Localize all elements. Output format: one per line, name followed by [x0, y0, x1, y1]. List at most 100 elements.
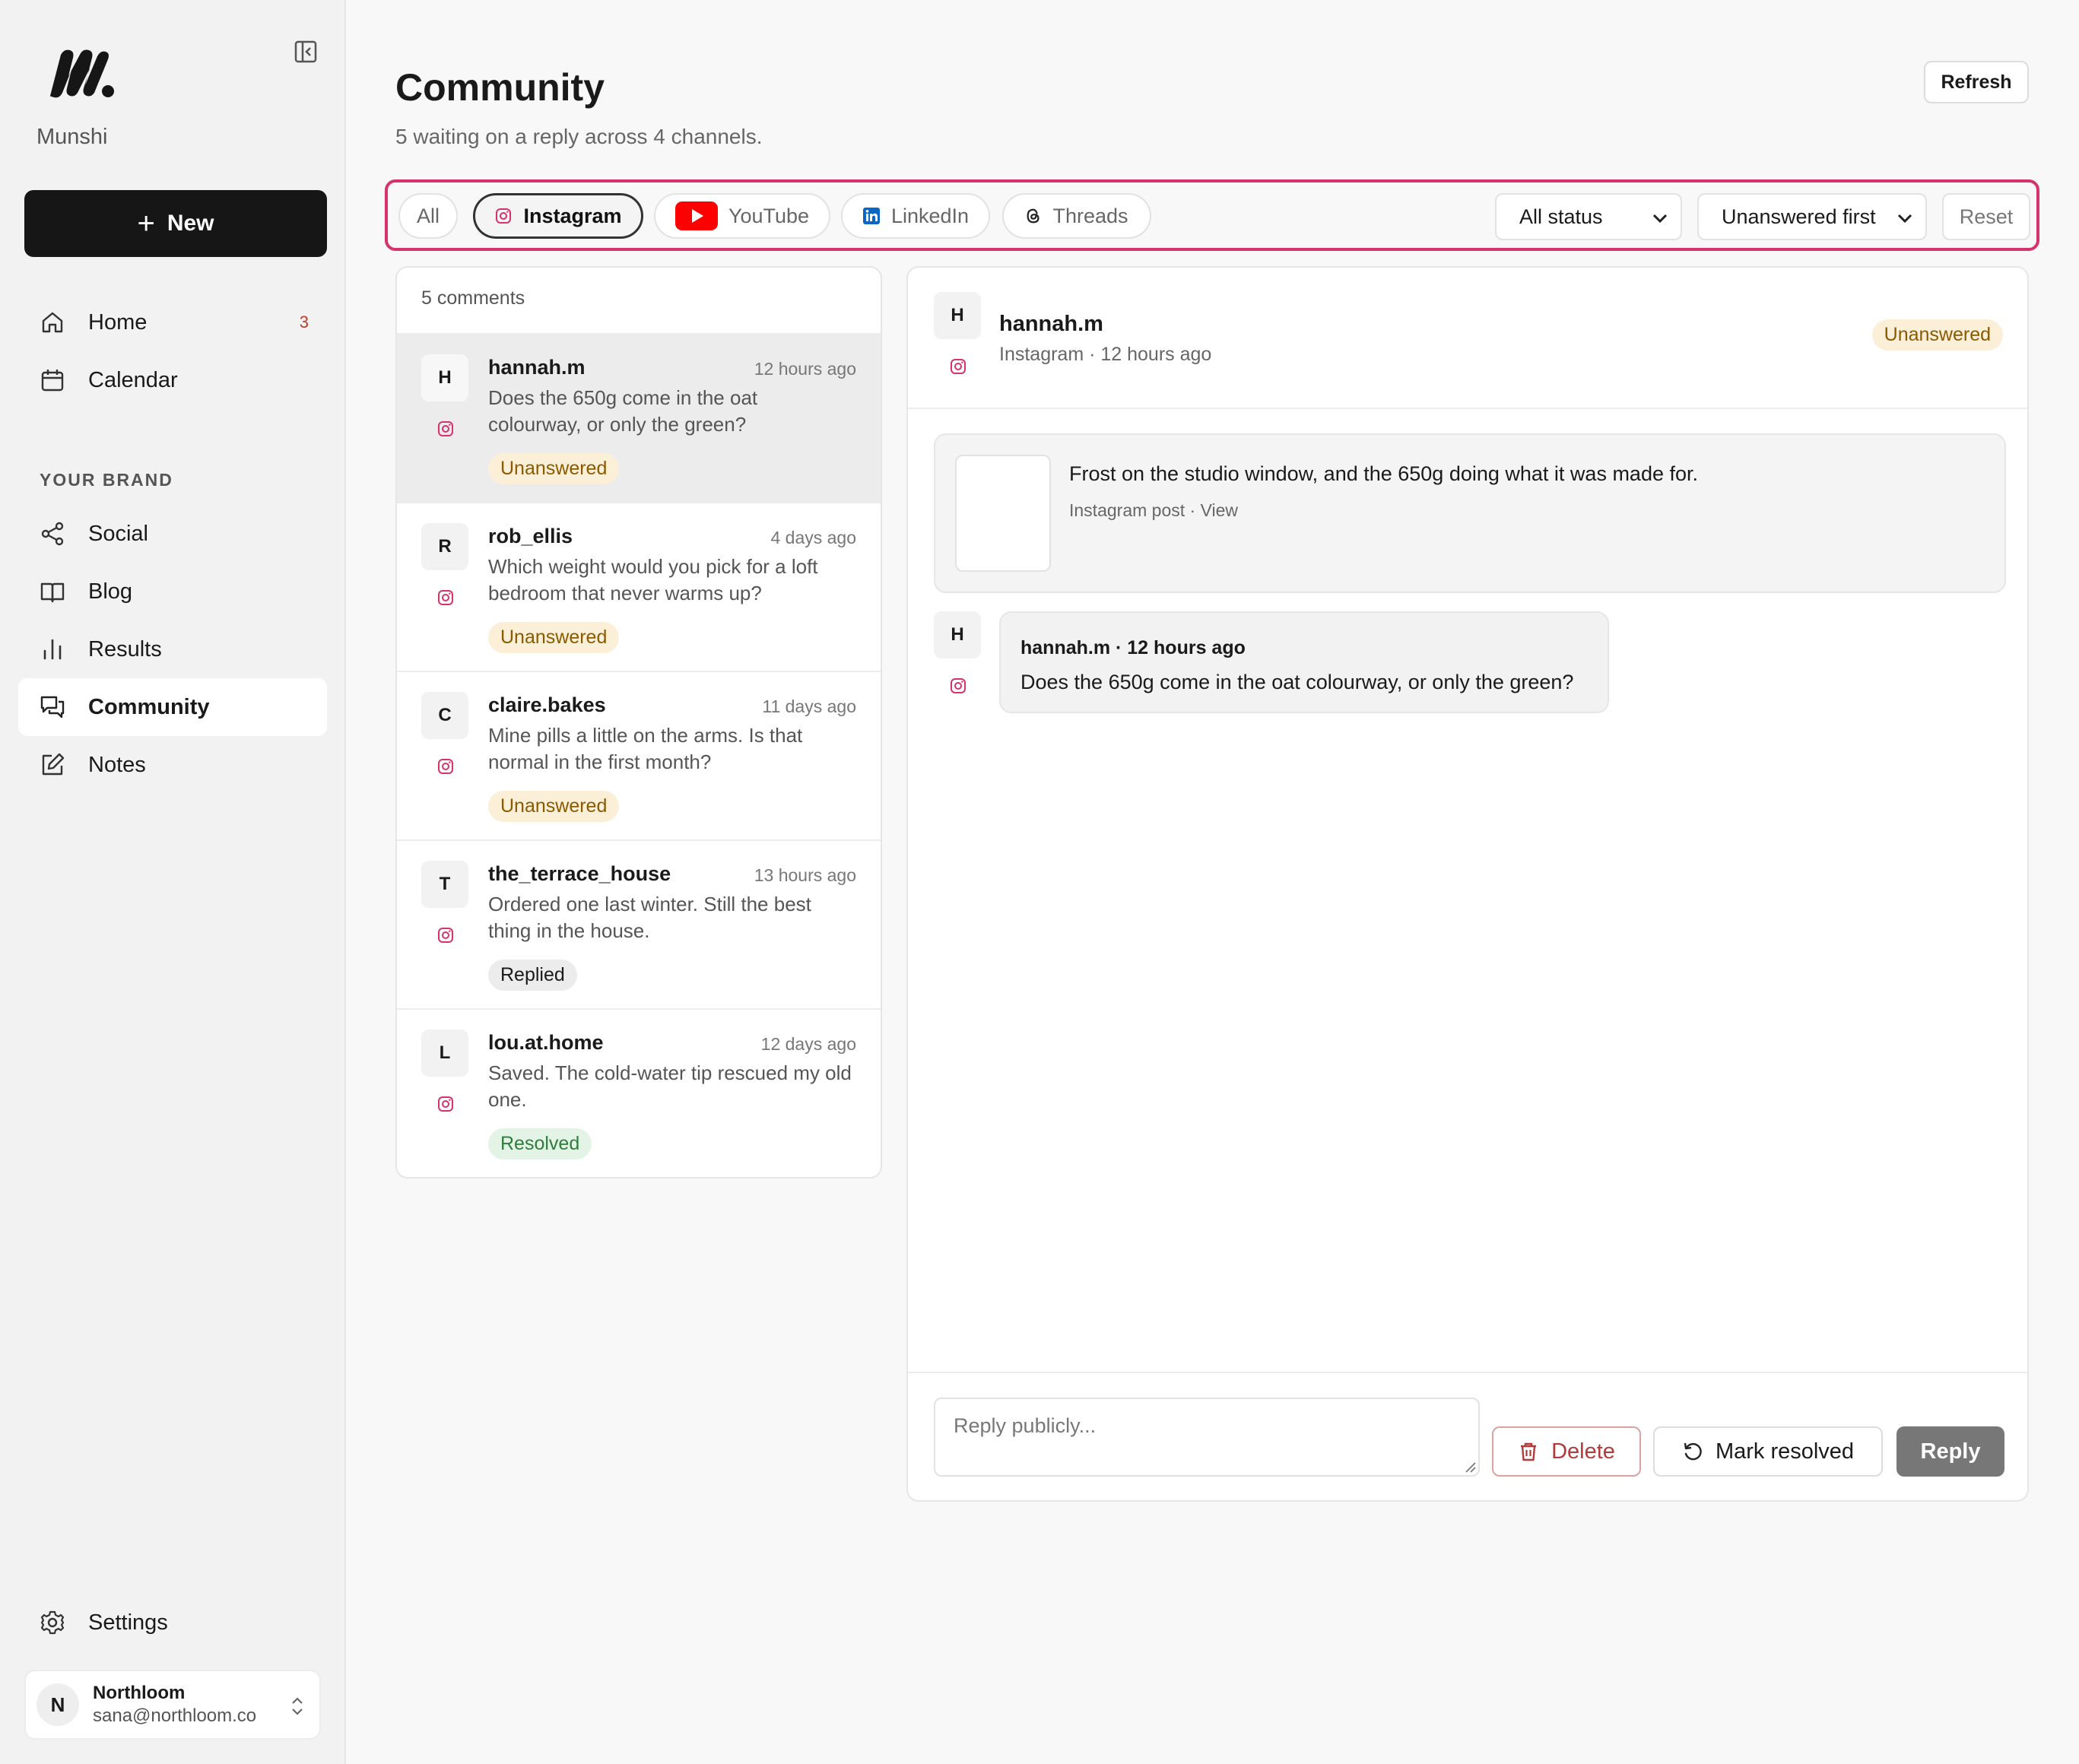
list-item[interactable]: L lou.at.home 12 days ago Saved. The col…	[397, 1010, 881, 1177]
threads-icon	[1027, 208, 1040, 224]
sidebar-item-home[interactable]: Home 3	[18, 293, 327, 351]
primary-nav: Home 3 Calendar	[18, 293, 327, 409]
page-title: Community	[395, 66, 605, 109]
comment-author: lou.at.home	[488, 1031, 604, 1054]
gear-icon	[40, 1610, 65, 1635]
reset-button[interactable]: Reset	[1942, 193, 2030, 240]
sidebar-item-label: Community	[88, 694, 210, 719]
post-source-link[interactable]: Instagram post · View	[1069, 500, 1238, 521]
sidebar-item-label: Results	[88, 636, 162, 662]
sidebar-item-results[interactable]: Results	[18, 620, 327, 678]
instagram-icon	[438, 759, 453, 774]
avatar: H	[934, 611, 981, 658]
chevron-down-icon	[1897, 214, 1912, 224]
sidebar-item-settings[interactable]: Settings	[18, 1594, 327, 1651]
channel-chip-linkedin[interactable]: LinkedIn	[841, 193, 990, 239]
sidebar-item-label: Notes	[88, 752, 146, 777]
brand-nav: Social Blog Results Community Notes	[18, 505, 327, 794]
post-caption: Frost on the studio window, and the 650g…	[1069, 462, 1699, 485]
avatar: C	[421, 692, 468, 739]
chip-label: Instagram	[523, 204, 622, 227]
comment-time: 12 days ago	[760, 1034, 856, 1054]
reply-input[interactable]	[934, 1398, 1480, 1477]
home-count-badge: 3	[299, 313, 309, 332]
status-badge: Unanswered	[488, 622, 620, 653]
status-badge: Unanswered	[488, 453, 620, 484]
avatar: T	[421, 861, 468, 908]
list-item[interactable]: H hannah.m 12 hours ago Does the 650g co…	[397, 335, 881, 503]
book-icon	[40, 582, 65, 603]
youtube-icon	[674, 201, 718, 230]
channel-chip-all[interactable]: All	[398, 193, 458, 239]
sidebar-item-social[interactable]: Social	[18, 505, 327, 563]
instagram-icon	[438, 421, 453, 436]
delete-button[interactable]: Delete	[1492, 1426, 1641, 1477]
sidebar-item-notes[interactable]: Notes	[18, 736, 327, 794]
sidebar-item-label: Home	[88, 309, 148, 335]
channel-chip-threads[interactable]: Threads	[1002, 193, 1151, 239]
comment-time: 11 days ago	[762, 696, 856, 716]
comment-text: Mine pills a little on the arms. Is that…	[488, 724, 803, 773]
undo-icon	[1684, 1442, 1702, 1461]
instagram-icon	[438, 928, 453, 943]
account-email: sana@northloom.co	[93, 1705, 257, 1726]
plus-icon: +	[137, 207, 155, 240]
comment-text: Saved. The cold-water tip rescued my old…	[488, 1061, 852, 1111]
sidebar-item-calendar[interactable]: Calendar	[18, 351, 327, 409]
comment-text: Does the 650g come in the oat colourway,…	[488, 386, 758, 436]
status-badge: Unanswered	[488, 791, 620, 822]
sidebar-item-label: Calendar	[88, 367, 178, 392]
comment-count: 5 comments	[397, 268, 881, 335]
munshi-logo[interactable]	[47, 47, 116, 99]
sort-select-value: Unanswered first	[1722, 205, 1876, 228]
account-switcher[interactable]: N Northloom sana@northloom.co	[24, 1670, 321, 1740]
refresh-button[interactable]: Refresh	[1924, 61, 2029, 103]
sidebar-item-label: Blog	[88, 579, 133, 604]
comment-bubble-header: hannah.m · 12 hours ago	[1020, 637, 1246, 658]
list-item[interactable]: C claire.bakes 11 days ago Mine pills a …	[397, 672, 881, 841]
status-select[interactable]: All status	[1495, 193, 1682, 240]
page-subtitle: 5 waiting on a reply across 4 channels.	[395, 125, 763, 148]
instagram-icon	[951, 359, 966, 374]
avatar: L	[421, 1030, 468, 1077]
status-badge: Replied	[488, 960, 577, 991]
comment-bubble: hannah.m · 12 hours ago Does the 650g co…	[999, 611, 1609, 713]
comment-bubble-text: Does the 650g come in the oat colourway,…	[1020, 671, 1574, 693]
filter-bar: All Instagram YouTube LinkedIn Threads A…	[385, 179, 2039, 251]
settings-nav: Settings	[18, 1594, 327, 1651]
channel-chip-youtube[interactable]: YouTube	[654, 193, 830, 239]
new-button[interactable]: + New	[24, 190, 327, 257]
delete-button-label: Delete	[1551, 1439, 1615, 1464]
status-badge: Unanswered	[1871, 319, 2003, 351]
sidebar-item-label: Social	[88, 521, 148, 546]
mark-resolved-button[interactable]: Mark resolved	[1653, 1426, 1883, 1477]
sidebar-item-blog[interactable]: Blog	[18, 563, 327, 620]
chip-label: YouTube	[728, 204, 810, 227]
chip-label: Threads	[1052, 204, 1128, 227]
new-button-label: New	[167, 211, 214, 236]
resize-grip-icon[interactable]	[1463, 1460, 1477, 1474]
list-item[interactable]: R rob_ellis 4 days ago Which weight woul…	[397, 503, 881, 672]
channel-chip-instagram[interactable]: Instagram	[473, 193, 643, 239]
reply-button[interactable]: Reply	[1896, 1426, 2004, 1477]
chevron-down-icon	[1652, 214, 1668, 224]
status-badge: Resolved	[488, 1128, 592, 1160]
sidebar-item-community[interactable]: Community	[18, 678, 327, 736]
comment-text: Ordered one last winter. Still the best …	[488, 893, 811, 942]
instagram-icon	[438, 1096, 453, 1112]
sidebar-collapse-icon[interactable]	[294, 40, 318, 64]
instagram-icon	[951, 678, 966, 693]
section-label-your-brand: YOUR BRAND	[40, 470, 173, 490]
bar-chart-icon	[43, 639, 62, 660]
chevron-up-down-icon	[292, 1697, 303, 1715]
reply-composer: Delete Mark resolved Reply	[908, 1372, 2027, 1500]
detail-header: H hannah.m Instagram · 12 hours ago Unan…	[908, 268, 2027, 409]
comment-list: 5 comments H hannah.m 12 hours ago Does …	[395, 266, 882, 1179]
brand-name: Munshi	[37, 125, 108, 149]
list-item[interactable]: T the_terrace_house 13 hours ago Ordered…	[397, 841, 881, 1010]
post-preview[interactable]: Frost on the studio window, and the 650g…	[934, 433, 2006, 593]
share-icon	[41, 522, 64, 546]
home-icon	[42, 312, 63, 333]
sidebar-item-label: Settings	[88, 1610, 168, 1635]
sort-select[interactable]: Unanswered first	[1697, 193, 1927, 240]
